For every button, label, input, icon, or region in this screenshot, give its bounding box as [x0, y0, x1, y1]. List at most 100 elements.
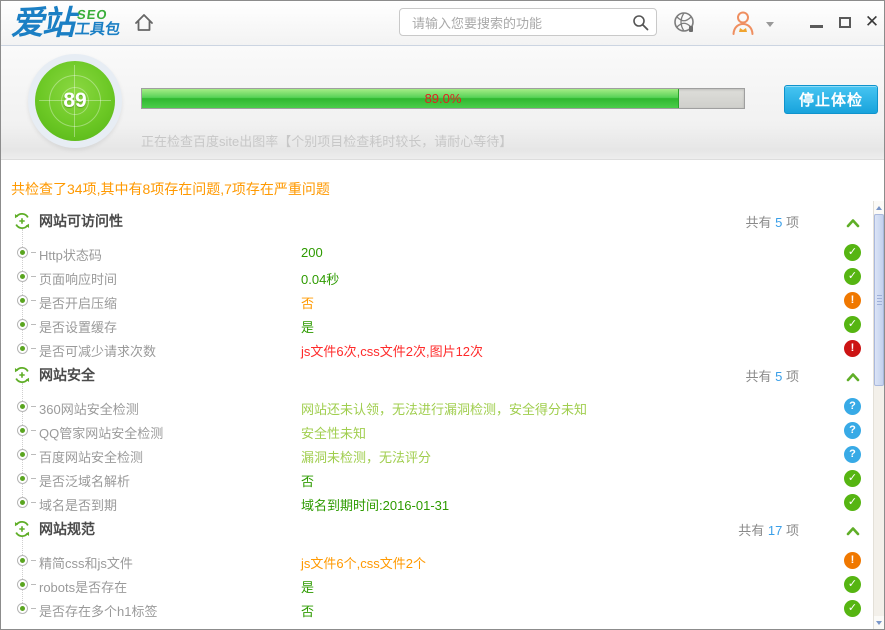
- section-header[interactable]: 网站可访问性 共有 5 项: [1, 207, 884, 235]
- section-rows: Http状态码 200 ✓ 页面响应时间 0.04秒 ✓ 是否开启压缩 否 ! …: [1, 235, 884, 361]
- home-icon[interactable]: [132, 11, 156, 35]
- check-item-label: 是否可减少请求次数: [39, 341, 156, 360]
- bullet-icon: [17, 579, 28, 590]
- network-tools-icon[interactable]: [672, 10, 698, 36]
- check-circle-icon: ✓: [844, 268, 861, 285]
- progress-bar: 89.0%: [141, 88, 745, 109]
- check-row: 是否可减少请求次数 js文件6次,css文件2次,图片12次 !: [1, 337, 884, 361]
- search-input[interactable]: [410, 10, 624, 36]
- section-count: 共有 5 项: [746, 212, 799, 231]
- search-icon[interactable]: [632, 14, 649, 31]
- section-title: 网站安全: [39, 365, 95, 385]
- section-title: 网站规范: [39, 519, 95, 539]
- chevron-up-icon[interactable]: [846, 523, 860, 533]
- search-box: [399, 8, 657, 36]
- progress-percent: 89.0%: [142, 91, 744, 106]
- bullet-icon: [17, 271, 28, 282]
- maximize-button[interactable]: [835, 12, 855, 32]
- bullet-icon: [17, 497, 28, 508]
- check-row: QQ管家网站安全检测 安全性未知 ?: [1, 419, 884, 443]
- chevron-up-icon[interactable]: [846, 369, 860, 379]
- check-row: 是否存在多个h1标签 否 ✓: [1, 597, 884, 621]
- check-item-label: 页面响应时间: [39, 269, 117, 288]
- section-header[interactable]: 网站安全 共有 5 项: [1, 361, 884, 389]
- chevron-up-icon[interactable]: [846, 215, 860, 225]
- check-circle-icon: ✓: [844, 494, 861, 511]
- check-row: 百度网站安全检测 漏洞未检测，无法评分 ?: [1, 443, 884, 467]
- check-item-label: robots是否存在: [39, 577, 127, 596]
- account-dropdown-icon[interactable]: [766, 22, 774, 27]
- question-circle-icon: ?: [844, 446, 861, 463]
- check-item-value: js文件6个,css文件2个: [301, 553, 426, 572]
- stop-check-button[interactable]: 停止体检: [784, 85, 878, 114]
- minimize-icon: [810, 25, 823, 28]
- check-item-value: js文件6次,css文件2次,图片12次: [301, 341, 483, 360]
- section-header[interactable]: 网站规范 共有 17 项: [1, 515, 884, 543]
- check-item-label: 是否设置缓存: [39, 317, 117, 336]
- score-badge: 89: [28, 54, 122, 148]
- minimize-button[interactable]: [806, 12, 826, 32]
- check-item-label: 域名是否到期: [39, 495, 117, 514]
- warning-circle-icon: !: [844, 552, 861, 569]
- check-circle-icon: ✓: [844, 316, 861, 333]
- close-button[interactable]: ✕: [862, 12, 882, 32]
- check-row: Http状态码 200 ✓: [1, 241, 884, 265]
- recheck-icon: [13, 366, 31, 384]
- warning-circle-icon: !: [844, 292, 861, 309]
- app-logo[interactable]: 爱站 SEO 工具包: [11, 5, 121, 41]
- check-item-label: 百度网站安全检测: [39, 447, 143, 466]
- scrollbar-thumb[interactable]: [874, 214, 884, 386]
- check-section: 网站安全 共有 5 项 360网站安全检测 网站还未认领，无法进行漏洞检测，安全…: [1, 361, 884, 515]
- check-item-value: 是: [301, 317, 314, 336]
- question-circle-icon: ?: [844, 422, 861, 439]
- check-item-label: 精简css和js文件: [39, 553, 133, 572]
- check-item-label: 360网站安全检测: [39, 399, 139, 418]
- results-panel: 共检查了34项,其中有8项存在问题,7项存在严重问题 网站可访问性 共有 5 项…: [1, 160, 884, 629]
- check-item-label: 是否开启压缩: [39, 293, 117, 312]
- check-row: 是否设置缓存 是 ✓: [1, 313, 884, 337]
- section-count: 共有 5 项: [746, 366, 799, 385]
- summary-text: 共检查了34项,其中有8项存在问题,7项存在严重问题: [11, 179, 884, 199]
- score-circle: 89: [35, 61, 115, 141]
- bullet-icon: [17, 295, 28, 306]
- check-circle-icon: ✓: [844, 576, 861, 593]
- bullet-icon: [17, 555, 28, 566]
- logo-text-seo: SEO: [76, 8, 123, 21]
- check-item-value: 否: [301, 601, 314, 620]
- check-row: 360网站安全检测 网站还未认领，无法进行漏洞检测，安全得分未知 ?: [1, 395, 884, 419]
- bullet-icon: [17, 473, 28, 484]
- logo-text-main: 爱站: [11, 5, 73, 41]
- bullet-icon: [17, 449, 28, 460]
- bullet-icon: [17, 247, 28, 258]
- section-rows: 精简css和js文件 js文件6个,css文件2个 ! robots是否存在 是…: [1, 543, 884, 621]
- error-circle-icon: !: [844, 340, 861, 357]
- app-window: 爱站 SEO 工具包 ✕: [0, 0, 885, 630]
- user-avatar-icon[interactable]: [728, 8, 758, 38]
- health-score: 89: [63, 89, 86, 113]
- logo-text-suffix: 工具包: [74, 21, 121, 38]
- check-section: 网站规范 共有 17 项 精简css和js文件 js文件6个,css文件2个 !…: [1, 515, 884, 621]
- bullet-icon: [17, 319, 28, 330]
- check-item-value: 否: [301, 293, 314, 312]
- check-item-value: 否: [301, 471, 314, 490]
- check-item-label: 是否泛域名解析: [39, 471, 130, 490]
- check-item-value: 安全性未知: [301, 423, 366, 442]
- check-item-value: 网站还未认领，无法进行漏洞检测，安全得分未知: [301, 399, 587, 418]
- scroll-up-icon[interactable]: [874, 201, 884, 214]
- check-item-value: 0.04秒: [301, 269, 339, 288]
- bullet-icon: [17, 401, 28, 412]
- bullet-icon: [17, 603, 28, 614]
- check-circle-icon: ✓: [844, 600, 861, 617]
- check-section: 网站可访问性 共有 5 项 Http状态码 200 ✓ 页面响应时间 0.04秒…: [1, 207, 884, 361]
- checking-status-text: 正在检查百度site出图率【个别项目检查耗时较长，请耐心等待】: [141, 131, 512, 150]
- section-rows: 360网站安全检测 网站还未认领，无法进行漏洞检测，安全得分未知 ? QQ管家网…: [1, 389, 884, 515]
- recheck-icon: [13, 212, 31, 230]
- scrollbar[interactable]: [873, 201, 884, 629]
- scroll-down-icon[interactable]: [874, 616, 884, 629]
- check-item-label: QQ管家网站安全检测: [39, 423, 163, 442]
- close-icon: ✕: [865, 13, 879, 31]
- question-circle-icon: ?: [844, 398, 861, 415]
- maximize-icon: [839, 17, 851, 28]
- titlebar: 爱站 SEO 工具包 ✕: [1, 1, 884, 46]
- check-row: 域名是否到期 域名到期时间:2016-01-31 ✓: [1, 491, 884, 515]
